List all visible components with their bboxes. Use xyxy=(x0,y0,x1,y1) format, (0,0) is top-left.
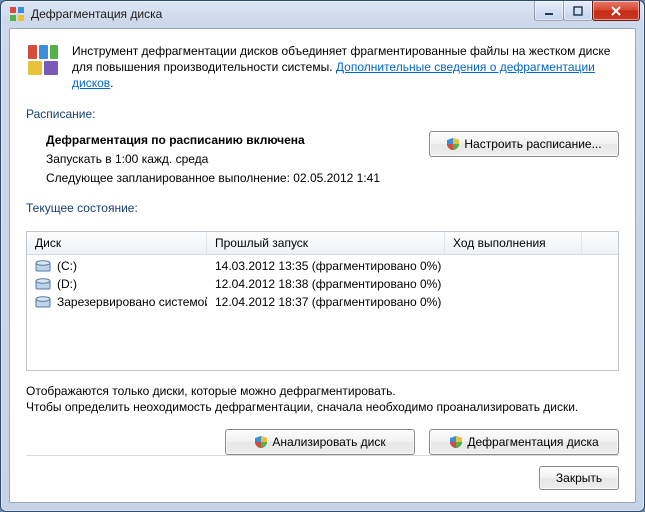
progress-value xyxy=(445,283,618,285)
close-window-button[interactable] xyxy=(592,1,640,21)
last-run-value: 12.04.2012 18:38 (фрагментировано 0%) xyxy=(207,276,445,292)
configure-schedule-label: Настроить расписание... xyxy=(464,137,601,151)
progress-value xyxy=(445,301,618,303)
shield-icon xyxy=(446,137,460,151)
app-window: Дефрагментация диска xyxy=(0,0,645,512)
schedule-next-run: Следующее запланированное выполнение: 02… xyxy=(46,169,380,188)
close-button[interactable]: Закрыть xyxy=(539,466,619,490)
current-state-label: Текущее состояние: xyxy=(26,201,619,215)
defrag-label: Дефрагментация диска xyxy=(467,435,598,449)
disk-table: Диск Прошлый запуск Ход выполнения (C:) … xyxy=(26,231,619,371)
titlebar[interactable]: Дефрагментация диска xyxy=(1,1,644,28)
footer-note: Отображаются только диски, которые можно… xyxy=(26,383,619,415)
defrag-large-icon xyxy=(26,43,60,80)
last-run-value: 14.03.2012 13:35 (фрагментировано 0%) xyxy=(207,258,445,274)
note-line-2: Чтобы определить неоходимость дефрагмент… xyxy=(26,399,619,415)
close-label: Закрыть xyxy=(556,471,602,485)
window-controls xyxy=(535,1,640,21)
schedule-label: Расписание: xyxy=(26,107,619,121)
disk-name: (D:) xyxy=(57,277,77,291)
disk-name: Зарезервировано системой xyxy=(57,295,207,309)
disk-name: (C:) xyxy=(57,259,77,273)
configure-schedule-button[interactable]: Настроить расписание... xyxy=(429,131,619,157)
app-icon xyxy=(9,6,25,22)
th-last-run[interactable]: Прошлый запуск xyxy=(207,232,445,254)
client-area: Инструмент дефрагментации дисков объедин… xyxy=(9,28,636,504)
schedule-row: Дефрагментация по расписанию включена За… xyxy=(26,131,619,189)
note-line-1: Отображаются только диски, которые можно… xyxy=(26,383,619,399)
action-buttons: Анализировать диск Дефрагментация диска xyxy=(26,429,619,455)
table-row[interactable]: (C:) 14.03.2012 13:35 (фрагментировано 0… xyxy=(27,257,618,275)
analyze-button[interactable]: Анализировать диск xyxy=(225,429,415,455)
th-disk[interactable]: Диск xyxy=(27,232,207,254)
schedule-info: Дефрагментация по расписанию включена За… xyxy=(26,131,380,189)
table-row[interactable]: Зарезервировано системой 12.04.2012 18:3… xyxy=(27,293,618,311)
window-title: Дефрагментация диска xyxy=(31,7,162,21)
table-header: Диск Прошлый запуск Ход выполнения xyxy=(27,232,618,255)
intro-section: Инструмент дефрагментации дисков объедин… xyxy=(26,43,619,92)
schedule-status: Дефрагментация по расписанию включена xyxy=(46,131,380,150)
progress-value xyxy=(445,265,618,267)
table-body: (C:) 14.03.2012 13:35 (фрагментировано 0… xyxy=(27,255,618,313)
intro-text: Инструмент дефрагментации дисков объедин… xyxy=(72,43,619,92)
shield-icon xyxy=(449,435,463,449)
disk-icon xyxy=(35,277,51,291)
disk-icon xyxy=(35,259,51,273)
table-row[interactable]: (D:) 12.04.2012 18:38 (фрагментировано 0… xyxy=(27,275,618,293)
minimize-button[interactable] xyxy=(534,1,564,21)
defragment-button[interactable]: Дефрагментация диска xyxy=(429,429,619,455)
last-run-value: 12.04.2012 18:37 (фрагментировано 0%) xyxy=(207,294,445,310)
th-progress[interactable]: Ход выполнения xyxy=(445,232,582,254)
shield-icon xyxy=(254,435,268,449)
disk-icon xyxy=(35,295,51,309)
schedule-run-at: Запускать в 1:00 кажд. среда xyxy=(46,150,380,169)
analyze-label: Анализировать диск xyxy=(272,435,385,449)
maximize-button[interactable] xyxy=(563,1,593,21)
footer-row: Закрыть xyxy=(26,455,619,490)
th-spacer xyxy=(582,232,618,254)
